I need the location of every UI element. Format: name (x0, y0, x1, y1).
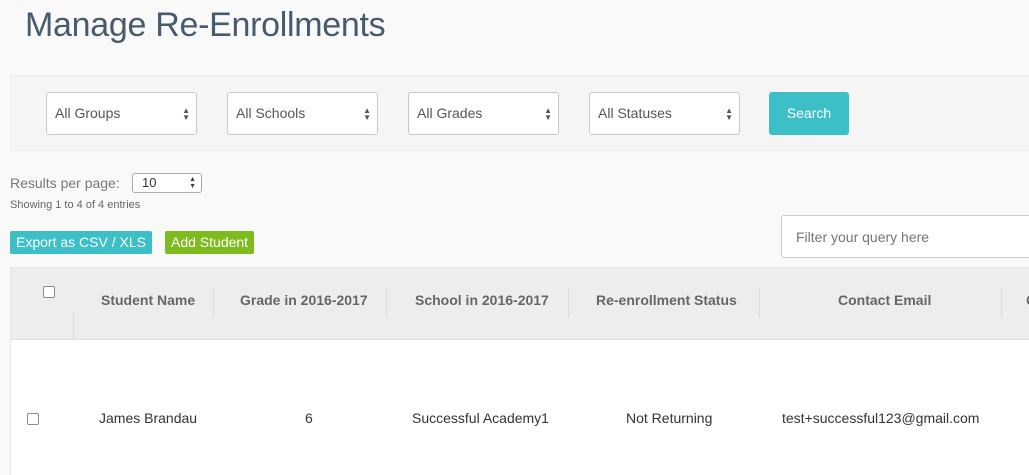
grades-select[interactable]: All Grades ▲ ▼ (408, 92, 559, 135)
column-divider (1001, 288, 1002, 318)
select-arrows-icon: ▲ ▼ (182, 105, 190, 122)
column-divider (213, 288, 214, 318)
cell-student-name: James Brandau (99, 410, 198, 426)
schools-select-value: All Schools (236, 105, 306, 121)
results-per-page-value: 10 (142, 175, 157, 190)
statuses-select[interactable]: All Statuses ▲ ▼ (589, 92, 740, 135)
header-school[interactable]: School in 2016-2017 (415, 292, 549, 308)
column-divider (73, 312, 74, 340)
filter-bar: All Groups ▲ ▼ All Schools ▲ ▼ All Grades … (10, 75, 1029, 151)
export-csv-button[interactable]: Export as CSV / XLS (10, 231, 152, 254)
table-header: Student Name Grade in 2016-2017 School i… (11, 268, 1029, 340)
header-reenrollment-status[interactable]: Re-enrollment Status (596, 292, 737, 308)
header-contact-email[interactable]: Contact Email (838, 292, 931, 308)
search-button[interactable]: Search (769, 92, 849, 135)
select-arrows-icon: ▲ ▼ (544, 105, 552, 122)
cell-school: Successful Academy1 (412, 410, 549, 426)
add-student-button[interactable]: Add Student (165, 231, 255, 254)
groups-select-value: All Groups (55, 105, 121, 121)
statuses-select-value: All Statuses (598, 105, 672, 121)
showing-entries-text: Showing 1 to 4 of 4 entries (10, 199, 141, 211)
select-all-checkbox[interactable] (43, 286, 55, 298)
results-per-page-select[interactable]: 10 ▲ ▼ (132, 173, 202, 193)
schools-select[interactable]: All Schools ▲ ▼ (227, 92, 378, 135)
cell-grade: 6 (305, 410, 313, 426)
header-student-name[interactable]: Student Name (101, 292, 195, 308)
page-title: Manage Re-Enrollments (25, 6, 386, 44)
select-arrows-icon: ▲ ▼ (189, 176, 196, 190)
groups-select[interactable]: All Groups ▲ ▼ (46, 92, 197, 135)
students-table: Student Name Grade in 2016-2017 School i… (10, 267, 1029, 475)
select-arrows-icon: ▲ ▼ (725, 105, 733, 122)
cell-contact-email: test+successful123@gmail.com (782, 410, 980, 426)
filter-query-input[interactable] (781, 215, 1029, 258)
header-grade[interactable]: Grade in 2016-2017 (240, 292, 368, 308)
grades-select-value: All Grades (417, 105, 483, 121)
column-divider (759, 288, 760, 318)
cell-reenrollment-status: Not Returning (626, 410, 713, 426)
results-per-page-label: Results per page: (10, 175, 120, 191)
select-arrows-icon: ▲ ▼ (363, 105, 371, 122)
column-divider (568, 288, 569, 318)
row-checkbox[interactable] (27, 413, 39, 425)
column-divider (386, 288, 387, 318)
